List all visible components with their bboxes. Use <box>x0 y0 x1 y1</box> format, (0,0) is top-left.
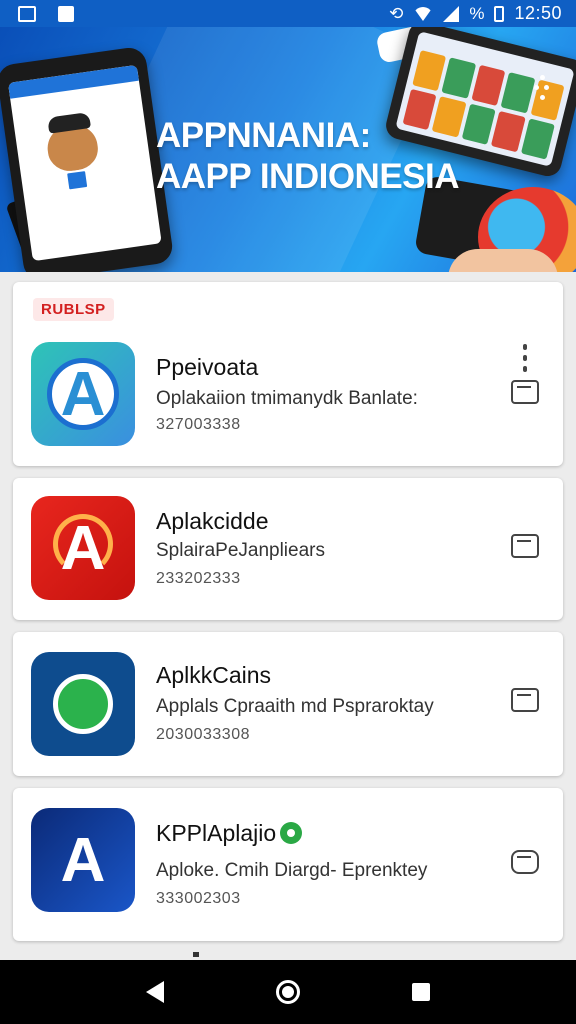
install-icon[interactable] <box>511 380 539 404</box>
status-bar: ⟲ % 12:50 <box>0 0 576 27</box>
app-chat-green-icon[interactable] <box>31 652 135 756</box>
wifi-icon <box>413 6 434 21</box>
banner-title-line2: AAPP INDIONESIA <box>156 157 460 196</box>
app-card[interactable]: A KPPlAplajio Aploke. Cmih Diargd- Epren… <box>13 788 563 941</box>
app-card[interactable]: RUBLSP A Ppeivoata Oplakaiion tmimanydk … <box>13 282 563 466</box>
hand-illustration <box>448 249 558 272</box>
status-left <box>18 5 74 22</box>
phone-screen-header <box>7 64 139 99</box>
navigation-bar <box>0 960 576 1024</box>
promo-banner[interactable]: APPNNANIA: AAPP INDIONESIA <box>0 27 576 272</box>
app-card[interactable]: A Aplakcidde SplairaPeJanpliears 2332023… <box>13 478 563 620</box>
app-name[interactable]: Aplakcidde <box>156 508 269 535</box>
app-name-text: KPPlAplajio <box>156 820 277 846</box>
status-right: ⟲ % 12:50 <box>389 3 562 24</box>
promo-tag: RUBLSP <box>33 298 114 321</box>
app-description: Aploke. Cmih Diargd- Eprenktey <box>156 860 428 881</box>
home-icon[interactable] <box>276 980 300 1004</box>
app-stats: 333002303 <box>156 890 241 907</box>
app-a-navy-icon[interactable]: A <box>31 808 135 912</box>
app-card[interactable]: AplkkCains Applals Cpraaith md Psprarokt… <box>13 632 563 776</box>
app-a-teal-icon[interactable]: A <box>31 342 135 446</box>
battery-percent: % <box>469 3 485 23</box>
verified-icon <box>280 822 303 844</box>
app-name[interactable]: Ppeivoata <box>156 354 258 381</box>
battery-icon <box>494 5 505 22</box>
more-options-icon[interactable] <box>521 344 529 372</box>
phone-screen <box>7 64 162 262</box>
back-icon[interactable] <box>146 981 164 1003</box>
phone-illustration-left <box>0 45 175 272</box>
app-description: Oplakaiion tmimanydk Banlate: <box>156 388 418 409</box>
app-notification-icon <box>58 5 74 22</box>
app-stats: 2030033308 <box>156 726 250 743</box>
app-stats: 233202333 <box>156 570 241 587</box>
signal-icon <box>443 5 460 22</box>
app-name[interactable]: AplkkCains <box>156 662 271 689</box>
banner-dots-icon <box>534 75 552 101</box>
dog-mascot-icon <box>33 110 113 199</box>
app-name[interactable]: KPPlAplajio <box>156 820 303 847</box>
image-notification-icon <box>18 5 36 22</box>
clock: 12:50 <box>514 3 562 23</box>
rotate-icon: ⟲ <box>389 3 404 23</box>
app-description: Applals Cpraaith md Pspraroktay <box>156 696 434 717</box>
app-a-red-icon[interactable]: A <box>31 496 135 600</box>
app-description: SplairaPeJanpliears <box>156 540 325 561</box>
install-icon[interactable] <box>511 850 539 874</box>
banner-title-line1: APPNNANIA: <box>156 116 371 155</box>
install-icon[interactable] <box>511 534 539 558</box>
app-stats: 327003338 <box>156 416 241 433</box>
scroll-indicator <box>193 952 199 957</box>
recents-icon[interactable] <box>412 983 430 1001</box>
install-icon[interactable] <box>511 688 539 712</box>
mascot-badge <box>64 168 90 192</box>
banner-title: APPNNANIA: AAPP INDIONESIA <box>156 115 460 197</box>
